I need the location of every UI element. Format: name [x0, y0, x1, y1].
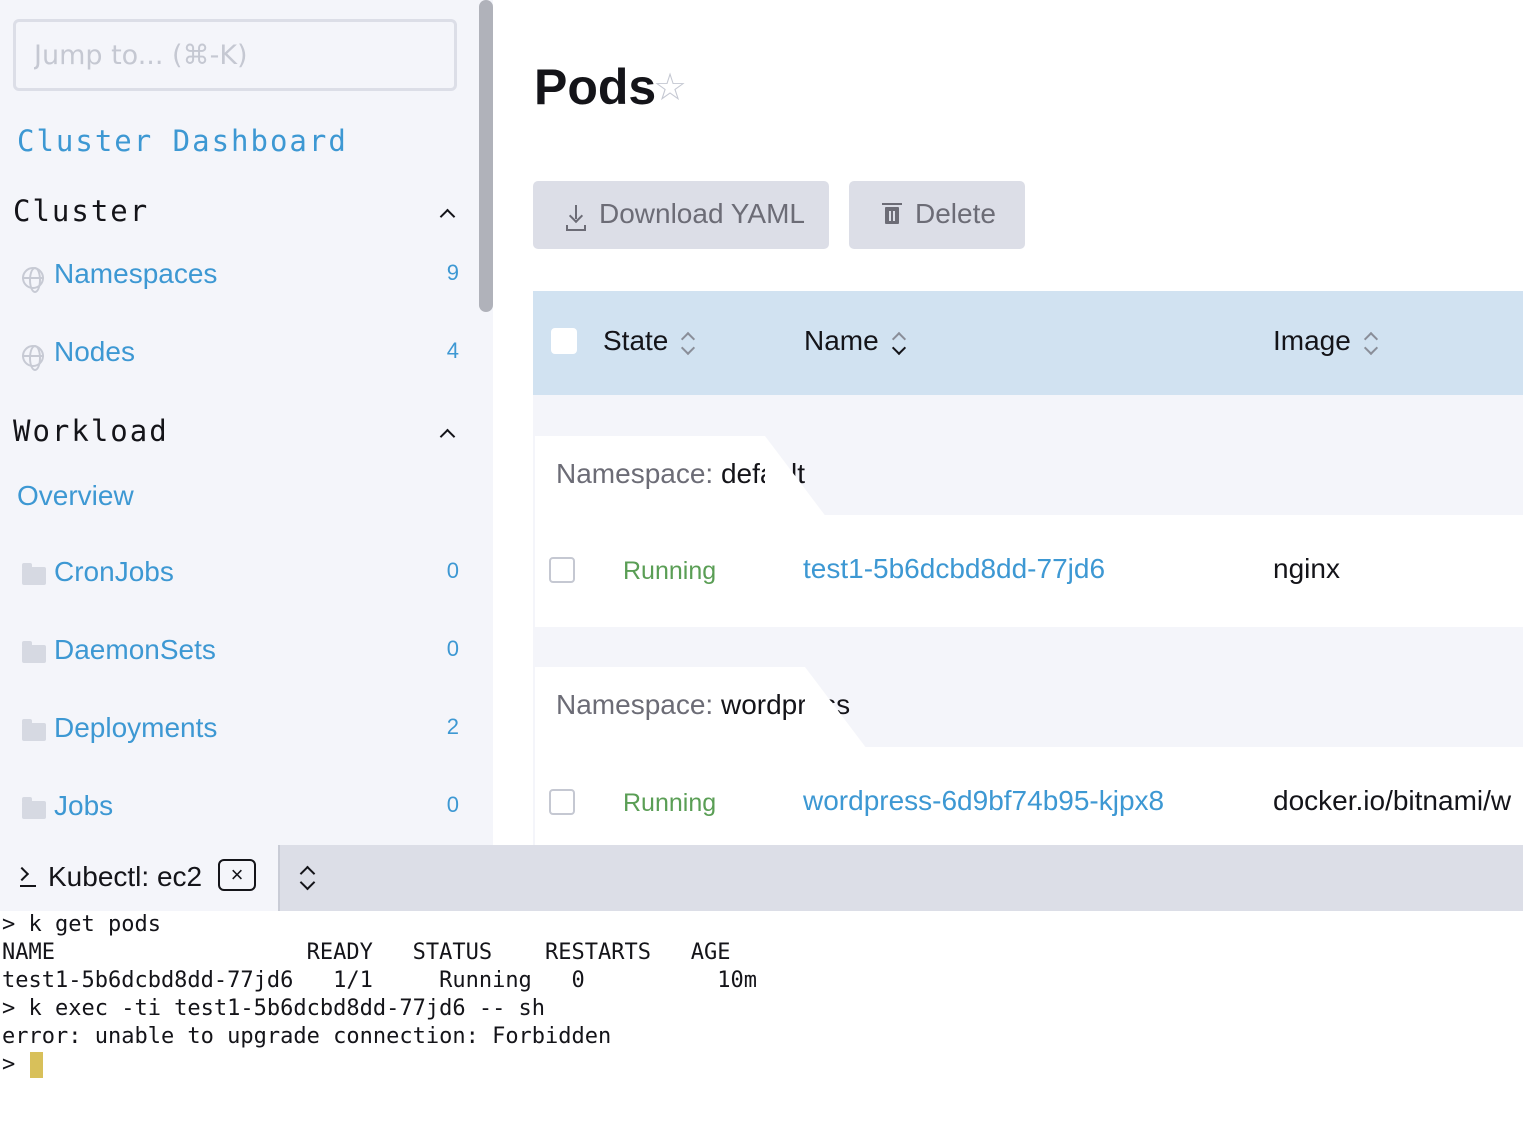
group-header-cluster[interactable]: Cluster	[13, 194, 149, 228]
namespace-label: Namespace:	[556, 689, 714, 720]
favorite-star-icon[interactable]: ☆	[653, 69, 687, 107]
jump-to-search-input[interactable]	[13, 19, 457, 91]
column-label: State	[603, 325, 669, 356]
globe-icon	[22, 345, 44, 371]
pod-name-link[interactable]: test1-5b6dcbd8dd-77jd6	[803, 553, 1105, 585]
download-icon	[566, 205, 586, 227]
tab-kubectl[interactable]: Kubectl: ec2 ×	[0, 845, 278, 911]
sort-icon	[891, 330, 905, 356]
pod-image: docker.io/bitnami/w	[1273, 785, 1512, 816]
group-header-workload[interactable]: Workload	[13, 414, 169, 448]
terminal-line: NAME READY STATUS RESTARTS AGE	[2, 940, 731, 965]
column-header-image[interactable]: Image	[1273, 325, 1377, 357]
terminal-line: error: unable to upgrade connection: For…	[2, 1024, 612, 1049]
table-header: State Name Image	[533, 291, 1523, 395]
status-badge: Running	[623, 789, 717, 817]
namespace-group-header: Namespace: wordpress	[535, 667, 867, 749]
pod-image: nginx	[1273, 553, 1340, 584]
status-badge: Running	[623, 557, 717, 585]
terminal-line: > k exec -ti test1-5b6dcbd8dd-77jd6 -- s…	[2, 996, 546, 1021]
sort-icon	[680, 330, 694, 356]
column-header-state[interactable]: State	[603, 325, 694, 357]
namespace-label: Namespace:	[556, 458, 714, 489]
terminal-output[interactable]: > k get pods NAME READY STATUS RESTARTS …	[0, 911, 1523, 1146]
item-count: 9	[446, 260, 459, 285]
folder-icon	[22, 797, 46, 819]
item-count: 2	[446, 714, 459, 739]
sidebar-item-label: CronJobs	[54, 556, 174, 587]
sidebar-item-daemonsets[interactable]: DaemonSets 0	[22, 634, 467, 674]
sidebar: Cluster Dashboard Cluster Namespaces 9 N…	[0, 0, 493, 845]
terminal-icon	[16, 867, 38, 891]
column-header-name[interactable]: Name	[804, 325, 905, 357]
column-label: Name	[804, 325, 879, 356]
item-count: 4	[446, 338, 459, 363]
folder-icon	[22, 719, 46, 741]
chevron-up-icon[interactable]	[437, 204, 457, 224]
expand-collapse-icon[interactable]	[296, 863, 320, 893]
sidebar-item-jobs[interactable]: Jobs 0	[22, 790, 467, 830]
table-row[interactable]: Running test1-5b6dcbd8dd-77jd6 nginx	[535, 515, 1523, 627]
row-checkbox[interactable]	[549, 789, 575, 815]
sidebar-item-label: Jobs	[54, 790, 114, 821]
globe-icon	[22, 267, 44, 293]
sort-icon	[1363, 330, 1377, 356]
divider	[278, 845, 280, 911]
sidebar-item-deployments[interactable]: Deployments 2	[22, 712, 467, 752]
folder-icon	[22, 563, 46, 585]
terminal-cursor	[30, 1052, 43, 1078]
item-count: 0	[446, 558, 459, 583]
terminal-prompt: >	[2, 1052, 29, 1077]
namespace-value: default	[720, 458, 806, 489]
chevron-up-icon[interactable]	[437, 424, 457, 444]
tab-label: Kubectl: ec2	[48, 861, 203, 892]
delete-button[interactable]: Delete	[849, 181, 1025, 249]
download-yaml-button[interactable]: Download YAML	[533, 181, 829, 249]
sidebar-item-label: Deployments	[54, 712, 218, 743]
row-checkbox[interactable]	[549, 557, 575, 583]
pods-table: State Name Image Namespace: default Runn…	[533, 291, 1523, 845]
sidebar-item-overview[interactable]: Overview	[17, 480, 134, 512]
column-label: Image	[1273, 325, 1351, 356]
table-row[interactable]: Running wordpress-6d9bf74b95-kjpx8 docke…	[535, 747, 1523, 845]
sidebar-item-nodes[interactable]: Nodes 4	[22, 336, 467, 376]
button-label: Download YAML	[599, 198, 805, 229]
sidebar-item-label: Nodes	[54, 336, 135, 367]
item-count: 0	[446, 636, 459, 661]
item-count: 0	[446, 792, 459, 817]
trash-icon	[882, 203, 902, 224]
page-title: Pods	[534, 59, 657, 115]
main-content: Pods ☆ Download YAML Delete State Name I…	[493, 0, 1523, 845]
namespace-group-header: Namespace: default	[535, 436, 827, 518]
sidebar-scrollbar-thumb[interactable]	[479, 0, 493, 312]
button-label: Delete	[915, 198, 996, 229]
sidebar-item-namespaces[interactable]: Namespaces 9	[22, 258, 467, 298]
terminal-line: > k get pods	[2, 912, 161, 937]
sidebar-item-label: DaemonSets	[54, 634, 216, 665]
cluster-dashboard-link[interactable]: Cluster Dashboard	[17, 124, 348, 158]
pod-name-link[interactable]: wordpress-6d9bf74b95-kjpx8	[803, 785, 1164, 817]
terminal-line: test1-5b6dcbd8dd-77jd6 1/1 Running 0 10m	[2, 968, 757, 993]
terminal-tab-bar: Kubectl: ec2 ×	[0, 845, 1523, 911]
folder-icon	[22, 641, 46, 663]
sidebar-item-label: Namespaces	[54, 258, 218, 289]
sidebar-item-cronjobs[interactable]: CronJobs 0	[22, 556, 467, 596]
namespace-value: wordpress	[720, 689, 851, 720]
close-tab-button[interactable]: ×	[218, 859, 256, 891]
select-all-checkbox[interactable]	[551, 328, 577, 354]
